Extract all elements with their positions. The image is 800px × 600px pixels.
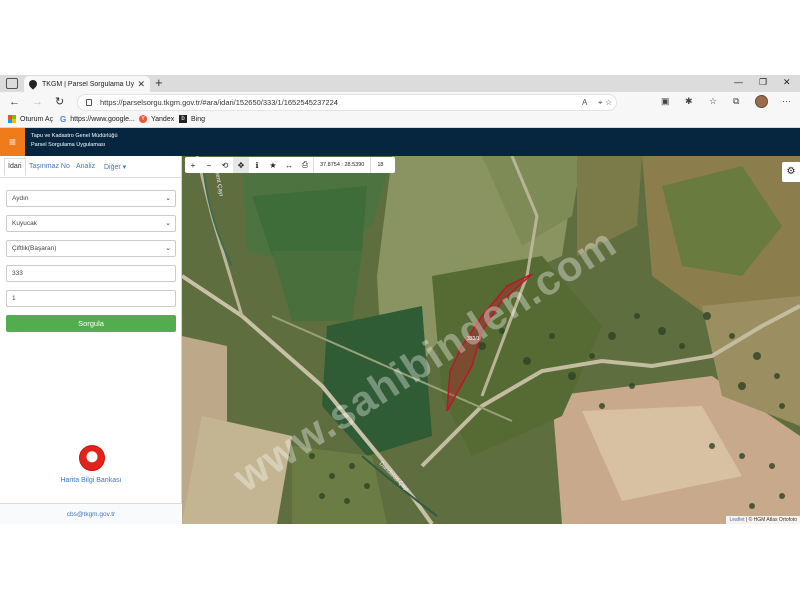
tab-idari[interactable]: İdari (4, 158, 26, 176)
forward-icon[interactable]: → (32, 95, 43, 109)
chevron-down-icon: ⌄ (165, 245, 171, 252)
more-menu-icon[interactable]: ⋯ (782, 96, 791, 107)
close-window-icon[interactable]: ✕ (783, 77, 791, 88)
bookmark-label: Bing (191, 115, 206, 123)
bookmark-label: https://www.google... (70, 115, 135, 123)
info-icon[interactable]: ℹ (249, 157, 265, 173)
map-attribution: Leaflet | © HGM Atlas Ortofoto (726, 516, 800, 524)
bing-icon: b (179, 115, 187, 123)
minimize-icon[interactable]: — (734, 77, 743, 87)
zoom-level: 18 (377, 162, 384, 168)
tab-tasinmaz-no[interactable]: Taşınmaz No (29, 163, 70, 170)
print-icon[interactable]: ⎙ (297, 157, 313, 173)
read-aloud-icon[interactable]: A (582, 98, 587, 107)
province-value: Aydın (12, 195, 29, 202)
bookmark-item[interactable]: Oturum Aç (8, 115, 53, 123)
district-select[interactable]: Kuyucak ⌄ (6, 215, 176, 232)
pan-icon[interactable]: ✥ (233, 157, 249, 173)
org-name: Tapu ve Kadastro Genel Müdürlüğü (31, 133, 118, 139)
tab-analiz[interactable]: Analiz (76, 163, 95, 170)
location-pin-icon (27, 78, 39, 90)
parcel-input[interactable]: 1 (6, 290, 176, 307)
bookmark-label: Yandex (151, 115, 175, 123)
extension-icon[interactable]: ▣ (661, 96, 670, 107)
back-icon[interactable]: ← (9, 95, 20, 109)
query-panel: İdari Taşınmaz No Analiz Diğer ▾ Aydın ⌄… (0, 156, 182, 524)
gear-icon[interactable]: ⚙ (782, 162, 800, 182)
profile-avatar[interactable] (755, 95, 768, 108)
query-button[interactable]: Sorgula (6, 315, 176, 332)
google-icon: G (60, 115, 67, 124)
bookmarks-bar: Oturum Aç G https://www.google... Y Yand… (0, 113, 800, 128)
browser-tab[interactable]: TKGM | Parsel Sorgulama Uygulama ✕ (24, 76, 150, 92)
chevron-down-icon: ⌄ (165, 195, 171, 202)
location-icon[interactable]: ⌖ (598, 98, 603, 108)
yandex-icon: Y (139, 115, 147, 123)
maximize-icon[interactable]: ❐ (759, 77, 767, 88)
map-toolbar: + − ⟲ ✥ ℹ ★ ↔ ⎙ 37.8754 : 28.5390 18 (185, 157, 395, 173)
block-input[interactable]: 333 (6, 265, 176, 282)
url-text[interactable]: https://parselsorgu.tkgm.gov.tr/#ara/ida… (100, 98, 338, 107)
parcel-label: 333/1 (467, 336, 480, 342)
collections-icon[interactable]: ⧉ (733, 96, 739, 107)
browser-window: TKGM | Parsel Sorgulama Uygulama ✕ + — ❐… (0, 75, 800, 524)
settings-puzzle-icon[interactable]: ✱ (685, 96, 693, 107)
favorite-star-icon[interactable]: ★ (265, 157, 281, 173)
reload-icon[interactable]: ↻ (55, 95, 64, 109)
coordinate-readout: 37.8754 : 28.5390 (313, 157, 372, 173)
microsoft-icon (8, 115, 16, 123)
favorite-star-icon[interactable]: ☆ (605, 98, 612, 107)
lock-icon[interactable] (86, 99, 92, 106)
panel-tabs: İdari Taşınmaz No Analiz Diğer ▾ (0, 156, 182, 178)
bank-name-link[interactable]: Harita Bilgi Bankası (0, 477, 182, 484)
address-bar[interactable]: https://parselsorgu.tkgm.gov.tr/#ara/ida… (77, 94, 617, 111)
close-tab-icon[interactable]: ✕ (137, 79, 145, 90)
block-value: 333 (12, 270, 23, 277)
tab-strip: TKGM | Parsel Sorgulama Uygulama ✕ + — ❐… (0, 75, 800, 92)
satellite-map[interactable]: www.sahibinden.com Derbent Çayı Dandalas… (182, 156, 800, 524)
zoom-out-icon[interactable]: − (201, 157, 217, 173)
tab-diger[interactable]: Diğer ▾ (104, 163, 126, 171)
neighborhood-value: Çiftlik(Başaran) (12, 245, 57, 252)
province-select[interactable]: Aydın ⌄ (6, 190, 176, 207)
tab-actions-icon[interactable] (6, 78, 18, 89)
bookmark-item[interactable]: G https://www.google... (60, 115, 135, 124)
hbb-logo: HBB (79, 445, 105, 471)
bookmark-label: Oturum Aç (20, 115, 54, 123)
tab-title: TKGM | Parsel Sorgulama Uygulama (42, 80, 135, 88)
neighborhood-select[interactable]: Çiftlik(Başaran) ⌄ (6, 240, 176, 257)
new-tab-button[interactable]: + (155, 76, 163, 90)
measure-icon[interactable]: ↔ (281, 157, 297, 173)
chevron-down-icon: ⌄ (165, 220, 171, 227)
favorites-icon[interactable]: ☆ (709, 96, 717, 107)
contact-email-link[interactable]: cbs@tkgm.gov.tr (0, 503, 182, 524)
refresh-icon[interactable]: ⟲ (217, 157, 233, 173)
hamburger-menu-icon[interactable]: ≡ (0, 128, 25, 156)
zoom-in-icon[interactable]: + (185, 157, 201, 173)
navigation-bar: ← → ↻ https://parselsorgu.tkgm.gov.tr/#a… (0, 92, 800, 113)
logo-text: HBB (87, 456, 97, 461)
district-value: Kuyucak (12, 220, 37, 227)
app-header: ≡ Tapu ve Kadastro Genel Müdürlüğü Parse… (0, 128, 800, 156)
bookmark-item[interactable]: b Bing (179, 115, 205, 123)
parcel-value: 1 (12, 295, 16, 302)
leaflet-link[interactable]: Leaflet (729, 517, 744, 523)
bookmark-item[interactable]: Y Yandex (139, 115, 174, 123)
app-name: Parsel Sorgulama Uygulaması (31, 142, 106, 148)
attribution-text: | © HGM Atlas Ortofoto (745, 517, 797, 523)
